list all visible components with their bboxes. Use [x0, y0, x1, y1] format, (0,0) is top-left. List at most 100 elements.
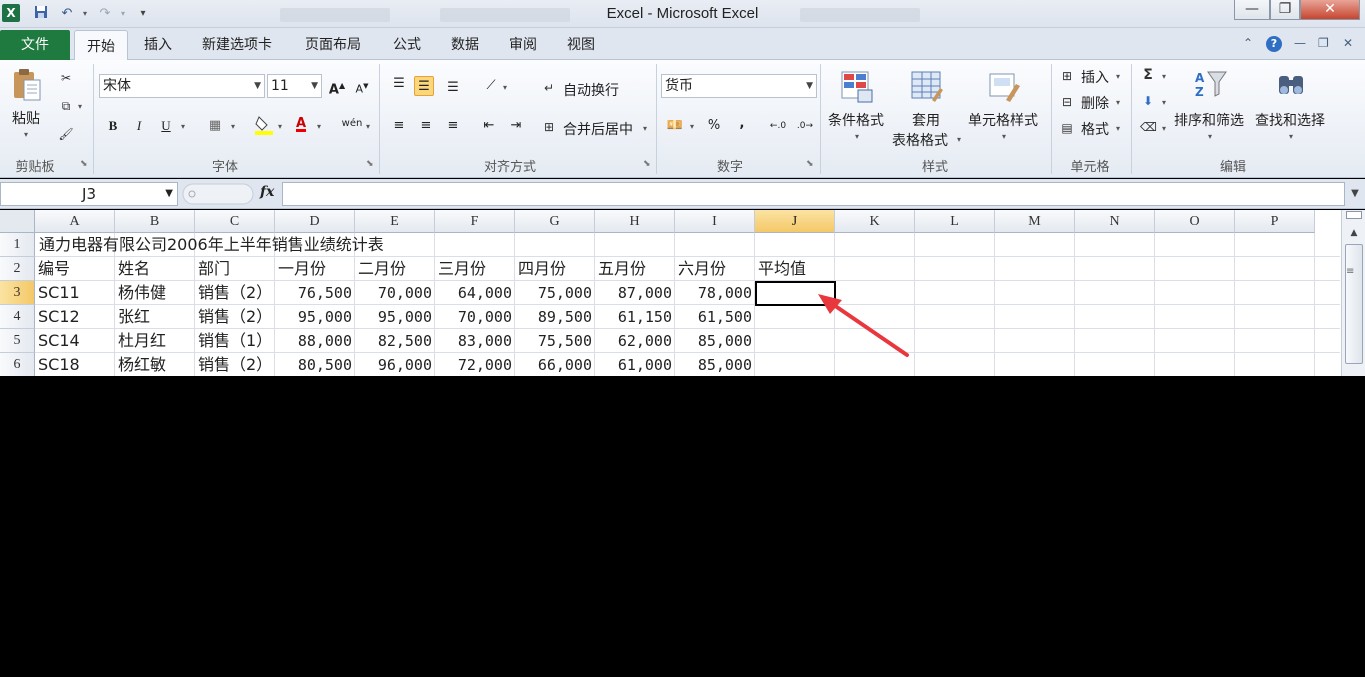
fill-dropdown-icon[interactable]: ▾: [1162, 98, 1166, 107]
font-size-combo[interactable]: 11 ▼: [267, 74, 322, 98]
cell-d5[interactable]: 88,000: [275, 329, 355, 353]
column-header-n[interactable]: N: [1075, 210, 1155, 233]
align-left-icon[interactable]: ≡: [389, 116, 409, 136]
underline-dropdown-icon[interactable]: ▾: [181, 122, 185, 131]
chevron-down-icon[interactable]: ▼: [806, 75, 813, 97]
chevron-down-icon[interactable]: ▼: [254, 75, 261, 97]
cell-h3[interactable]: 87,000: [595, 281, 675, 305]
find-select-icon[interactable]: [1275, 68, 1309, 102]
table-format-dropdown-icon[interactable]: ▾: [957, 135, 961, 144]
conditional-format-icon[interactable]: [840, 70, 874, 104]
row-header-6[interactable]: 6: [0, 353, 35, 376]
merge-dropdown-icon[interactable]: ▾: [643, 124, 647, 133]
cell-f6[interactable]: 72,000: [435, 353, 515, 376]
cut-icon[interactable]: ✂: [58, 70, 74, 86]
cell-i4[interactable]: 61,500: [675, 305, 755, 329]
expand-formula-bar-icon[interactable]: ▼: [1347, 184, 1363, 204]
format-as-table-button[interactable]: 套用: [912, 110, 940, 130]
decrease-indent-icon[interactable]: ⇤: [479, 116, 499, 136]
close-button[interactable]: ✕: [1300, 0, 1360, 20]
column-header-k[interactable]: K: [835, 210, 915, 233]
copy-dropdown-icon[interactable]: ▾: [78, 102, 82, 111]
sheet-title-cell[interactable]: 通力电器有限公司2006年上半年销售业绩统计表: [36, 233, 387, 257]
wrap-text-button[interactable]: 自动换行: [563, 80, 619, 100]
format-cells-button[interactable]: 格式: [1081, 119, 1109, 139]
sort-filter-dropdown-icon[interactable]: ▾: [1208, 132, 1212, 141]
chevron-down-icon[interactable]: ▼: [311, 75, 318, 97]
paste-icon[interactable]: [12, 68, 44, 104]
help-icon[interactable]: ?: [1266, 36, 1282, 52]
font-color-icon[interactable]: A: [291, 114, 311, 134]
cell-e5[interactable]: 82,500: [355, 329, 435, 353]
column-header-a[interactable]: A: [35, 210, 115, 233]
cell-h6[interactable]: 61,000: [595, 353, 675, 376]
cell-h5[interactable]: 62,000: [595, 329, 675, 353]
split-box[interactable]: [1346, 211, 1362, 219]
cell-d6[interactable]: 80,500: [275, 353, 355, 376]
tab-file[interactable]: 文件: [0, 30, 70, 60]
increase-indent-icon[interactable]: ⇥: [506, 116, 526, 136]
fill-down-icon[interactable]: ⬇: [1140, 93, 1156, 109]
conditional-dropdown-icon[interactable]: ▾: [855, 132, 859, 141]
cell-e6[interactable]: 96,000: [355, 353, 435, 376]
number-launcher-icon[interactable]: ⬊: [806, 159, 814, 169]
find-select-dropdown-icon[interactable]: ▾: [1289, 132, 1293, 141]
column-header-l[interactable]: L: [915, 210, 995, 233]
tab-review[interactable]: 审阅: [509, 34, 537, 54]
cell-b4[interactable]: 张红: [115, 305, 195, 329]
formula-input[interactable]: [282, 182, 1345, 206]
cell-f4[interactable]: 70,000: [435, 305, 515, 329]
cell-b6[interactable]: 杨红敏: [115, 353, 195, 376]
align-bottom-icon[interactable]: ☰: [443, 78, 463, 98]
cell-e2[interactable]: 二月份: [355, 257, 435, 281]
cell-g2[interactable]: 四月份: [515, 257, 595, 281]
column-header-o[interactable]: O: [1155, 210, 1235, 233]
tab-view[interactable]: 视图: [567, 34, 595, 54]
column-header-i[interactable]: I: [675, 210, 755, 233]
column-header-j[interactable]: J: [755, 210, 835, 233]
cell-g5[interactable]: 75,500: [515, 329, 595, 353]
accounting-format-icon[interactable]: 💴: [665, 116, 685, 136]
italic-button[interactable]: I: [129, 116, 149, 136]
cell-d3[interactable]: 76,500: [275, 281, 355, 305]
row-header-4[interactable]: 4: [0, 305, 35, 329]
cell-e4[interactable]: 95,000: [355, 305, 435, 329]
column-header-g[interactable]: G: [515, 210, 595, 233]
cell-d2[interactable]: 一月份: [275, 257, 355, 281]
grow-font-button[interactable]: A▲: [327, 76, 347, 97]
delete-cells-button[interactable]: 删除: [1081, 93, 1109, 113]
align-center-icon[interactable]: ≡: [416, 116, 436, 136]
row-header-1[interactable]: 1: [0, 233, 35, 257]
cell-h4[interactable]: 61,150: [595, 305, 675, 329]
alignment-launcher-icon[interactable]: ⬊: [643, 159, 651, 169]
conditional-format-button[interactable]: 条件格式: [828, 110, 884, 130]
percent-button[interactable]: %: [704, 116, 724, 136]
cell-c2[interactable]: 部门: [195, 257, 275, 281]
delete-dropdown-icon[interactable]: ▾: [1116, 98, 1120, 107]
format-dropdown-icon[interactable]: ▾: [1116, 124, 1120, 133]
tab-new-tab[interactable]: 新建选项卡: [202, 34, 272, 54]
cell-j2[interactable]: 平均值: [755, 257, 835, 281]
cell-c3[interactable]: 销售（2）: [195, 281, 275, 305]
sort-filter-icon[interactable]: AZ: [1194, 68, 1228, 102]
cell-b3[interactable]: 杨伟健: [115, 281, 195, 305]
comma-button[interactable]: ,: [732, 114, 752, 134]
underline-button[interactable]: U: [156, 116, 176, 136]
chevron-down-icon[interactable]: ▼: [165, 183, 173, 205]
font-color-dropdown-icon[interactable]: ▾: [317, 122, 321, 131]
phonetic-dropdown-icon[interactable]: ▾: [366, 122, 370, 131]
shrink-font-button[interactable]: A▼: [352, 76, 372, 96]
cell-b5[interactable]: 杜月红: [115, 329, 195, 353]
collapse-ribbon-icon[interactable]: ⌃: [1243, 36, 1253, 50]
autosum-icon[interactable]: Σ: [1140, 67, 1156, 83]
fill-color-icon[interactable]: [254, 114, 274, 135]
cell-c6[interactable]: 销售（2）: [195, 353, 275, 376]
tab-home[interactable]: 开始: [74, 30, 128, 61]
cell-h2[interactable]: 五月份: [595, 257, 675, 281]
cell-i2[interactable]: 六月份: [675, 257, 755, 281]
scroll-up-icon[interactable]: ▲: [1344, 224, 1364, 242]
insert-cells-button[interactable]: 插入: [1081, 67, 1109, 87]
insert-function-button[interactable]: fx: [260, 184, 274, 200]
cell-c5[interactable]: 销售（1）: [195, 329, 275, 353]
column-header-e[interactable]: E: [355, 210, 435, 233]
